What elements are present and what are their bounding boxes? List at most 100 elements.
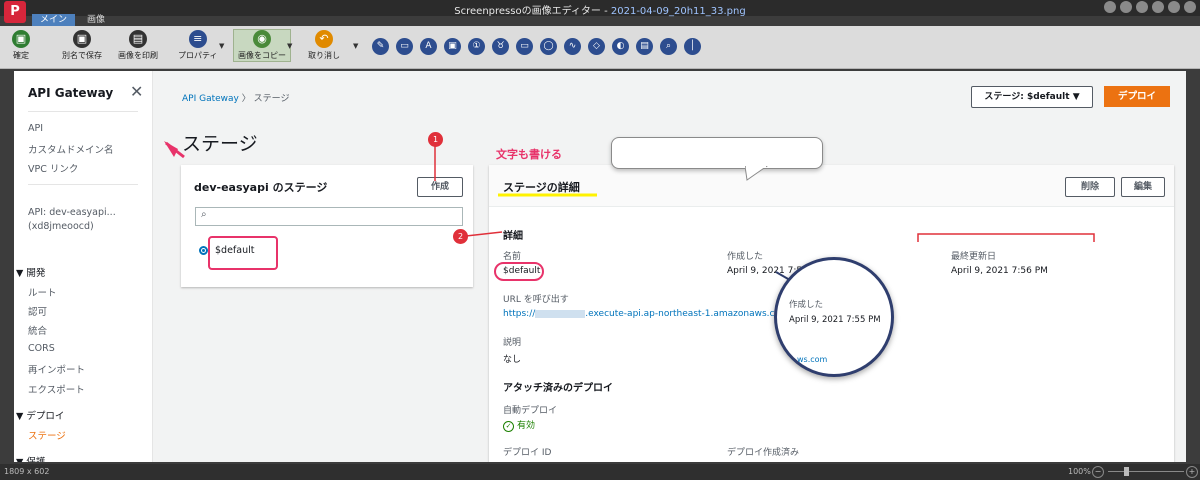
details-section-title: 詳細 xyxy=(503,231,523,242)
callout-tool-icon[interactable]: ▣ xyxy=(444,38,461,55)
image-size: 1809 x 602 xyxy=(4,467,50,476)
sidebar-api-name[interactable]: API: dev-easyapi... xyxy=(28,207,116,218)
sidebar-item-authorization[interactable]: 認可 xyxy=(28,304,47,318)
stage-select[interactable]: ステージ: $default ▼ xyxy=(971,86,1093,108)
print-button[interactable]: ▤ 画像を印刷 xyxy=(118,30,158,61)
image-tool-icon[interactable]: ▤ xyxy=(636,38,653,55)
zoom-slider-handle[interactable] xyxy=(1124,467,1129,476)
annotation-text: 文字も書ける xyxy=(496,148,562,161)
edit-button[interactable]: 編集 xyxy=(1121,177,1165,197)
search-icon: ⌕ xyxy=(201,209,207,220)
check-circle-icon: ✓ xyxy=(503,421,514,432)
sidebar-section-develop[interactable]: ▼ 開発 xyxy=(16,265,45,279)
page-title: ステージ xyxy=(182,133,258,155)
caret-down-icon: ▼ xyxy=(16,457,26,462)
minimize-button[interactable] xyxy=(1152,1,1164,13)
frame-tool-icon[interactable]: ▭ xyxy=(516,38,533,55)
tab-image[interactable]: 画像 xyxy=(79,14,113,26)
settings-icon[interactable] xyxy=(1136,1,1148,13)
maximize-button[interactable] xyxy=(1168,1,1180,13)
aws-sidebar: API Gateway ✕ API カスタムドメイン名 VPC リンク API:… xyxy=(14,71,153,462)
title-bar: Screenpressoの画像エディター - 2021-04-09_20h11_… xyxy=(0,0,1200,17)
highlight-ellipse-name xyxy=(494,262,544,281)
breadcrumb-current: ステージ xyxy=(253,94,290,104)
breadcrumb-separator: 〉 xyxy=(241,94,251,104)
window-file-name: 2021-04-09_20h11_33.png xyxy=(610,6,746,17)
line-tool-icon[interactable]: │ xyxy=(684,38,701,55)
sidebar-item-reimport[interactable]: 再インポート xyxy=(28,362,85,376)
sidebar-item-vpc-link[interactable]: VPC リンク xyxy=(28,161,78,175)
sidebar-api-id: (xd8jmeoocd) xyxy=(28,221,94,232)
description-label: 説明 xyxy=(503,338,522,348)
undo-icon: ↶ xyxy=(315,30,333,48)
speech-bubble xyxy=(611,137,823,181)
step-number-2: 2 xyxy=(453,229,468,244)
sidebar-title: API Gateway xyxy=(28,86,114,100)
invoke-url-link[interactable]: https://.execute-api.ap-northeast-1.amaz… xyxy=(503,309,789,319)
confirm-button[interactable]: ▣ 確定 xyxy=(12,30,30,61)
zoom-slider[interactable] xyxy=(1108,471,1184,472)
step-number-tool-icon[interactable]: ① xyxy=(468,38,485,55)
undo-dropdown-icon[interactable]: ▼ xyxy=(353,42,358,50)
create-button[interactable]: 作成 xyxy=(417,177,463,197)
copy-dropdown-icon[interactable]: ▼ xyxy=(287,42,292,50)
deployment-created-label: デプロイ作成済み xyxy=(727,448,800,458)
forward-icon[interactable] xyxy=(1120,1,1132,13)
sidebar-item-integrations[interactable]: 統合 xyxy=(28,323,47,337)
blur-tool-icon[interactable]: ◐ xyxy=(612,38,629,55)
tab-main[interactable]: メイン xyxy=(32,14,76,26)
window-controls xyxy=(1104,1,1196,13)
status-bar: 1809 x 602 100% − + xyxy=(0,464,1200,480)
sidebar-divider xyxy=(28,184,138,185)
step-number-1: 1 xyxy=(428,132,443,147)
properties-button[interactable]: ≡ プロパティ xyxy=(178,30,218,61)
sidebar-section-protect[interactable]: ▼ 保護 xyxy=(16,454,45,462)
caret-down-icon: ▼ xyxy=(1072,92,1080,102)
zoom-in-button[interactable]: + xyxy=(1186,466,1198,478)
updated-label: 最終更新日 xyxy=(951,252,997,262)
sidebar-item-custom-domain[interactable]: カスタムドメイン名 xyxy=(28,142,114,156)
sidebar-item-cors[interactable]: CORS xyxy=(28,343,55,354)
ellipse-tool-icon[interactable]: ◯ xyxy=(540,38,557,55)
pencil-tool-icon[interactable]: ✎ xyxy=(372,38,389,55)
delete-button[interactable]: 削除 xyxy=(1065,177,1115,197)
undo-button[interactable]: ↶ 取り消し xyxy=(308,30,340,61)
print-icon: ▤ xyxy=(129,30,147,48)
magnifier-value: April 9, 2021 7:55 PM xyxy=(789,315,881,325)
highlight-tool-icon[interactable]: ◇ xyxy=(588,38,605,55)
rectangle-tool-icon[interactable]: ▭ xyxy=(396,38,413,55)
sidebar-section-deploy[interactable]: ▼ デプロイ xyxy=(16,408,64,422)
text-tool-icon[interactable]: A xyxy=(420,38,437,55)
back-icon[interactable] xyxy=(1104,1,1116,13)
description-value: なし xyxy=(503,355,522,365)
magnifier-zoom: 作成した April 9, 2021 7:55 PM ws.com xyxy=(774,257,894,377)
app-logo-icon: P xyxy=(4,1,26,23)
caret-down-icon: ▼ xyxy=(16,411,27,422)
image-canvas: API Gateway ✕ API カスタムドメイン名 VPC リンク API:… xyxy=(14,71,1186,462)
copy-image-button[interactable]: ◉ 画像をコピー xyxy=(233,29,291,62)
sidebar-item-export[interactable]: エクスポート xyxy=(28,382,85,396)
caret-down-icon: ▼ xyxy=(16,268,27,279)
deploy-button[interactable]: デプロイ xyxy=(1104,86,1170,107)
invoke-url-label: URL を呼び出す xyxy=(503,295,569,305)
sidebar-item-api[interactable]: API xyxy=(28,123,43,134)
close-button[interactable] xyxy=(1184,1,1196,13)
breadcrumb-link-api-gateway[interactable]: API Gateway xyxy=(182,94,239,104)
deployment-id-label: デプロイ ID xyxy=(503,448,552,458)
ribbon-toolbar: ▣ 確定 ▣ 別名で保存 ▤ 画像を印刷 ≡ プロパティ ▼ ◉ 画像をコピー … xyxy=(0,26,1200,69)
name-label: 名前 xyxy=(503,252,522,262)
close-icon[interactable]: ✕ xyxy=(130,82,143,101)
zoom-tool-icon[interactable]: ⌕ xyxy=(660,38,677,55)
zoom-out-button[interactable]: − xyxy=(1092,466,1104,478)
save-as-button[interactable]: ▣ 別名で保存 xyxy=(62,30,102,61)
properties-dropdown-icon[interactable]: ▼ xyxy=(219,42,224,50)
radio-selected-icon[interactable] xyxy=(199,246,208,255)
freehand-tool-icon[interactable]: ∿ xyxy=(564,38,581,55)
sidebar-item-routes[interactable]: ルート xyxy=(28,285,57,299)
sidebar-item-stages[interactable]: ステージ xyxy=(28,428,66,442)
attached-deployment-title: アタッチ済みのデプロイ xyxy=(503,383,613,394)
magnifier-link-fragment: ws.com xyxy=(797,355,828,364)
search-input[interactable]: ⌕ xyxy=(195,207,463,226)
magnifier-tool-icon[interactable]: ♉ xyxy=(492,38,509,55)
magnifier-label: 作成した xyxy=(789,300,824,310)
